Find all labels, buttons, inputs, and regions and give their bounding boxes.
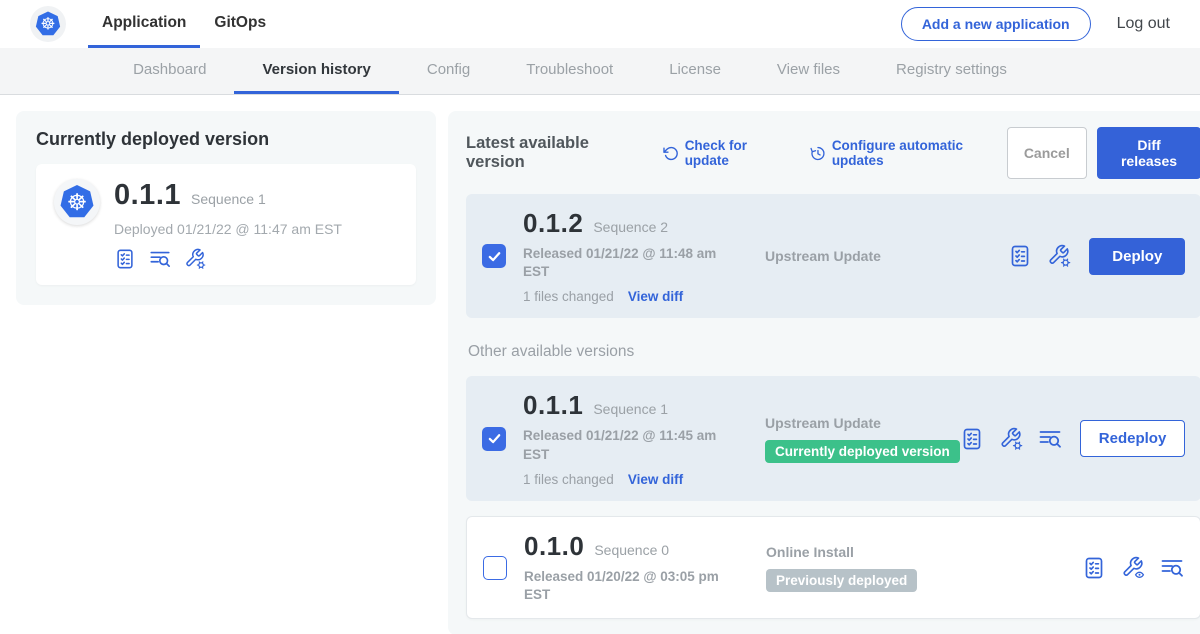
main-content: Currently deployed version 0.1.1 Sequenc… [0, 95, 1200, 634]
deployed-version-number: 0.1.1 [114, 179, 181, 212]
check-for-update-link[interactable]: Check for update [663, 138, 788, 168]
version-actions [960, 427, 1062, 451]
diff-actions: Cancel Diff releases [1007, 127, 1200, 179]
version-info: 0.1.2 Sequence 2 Released 01/21/22 @ 11:… [523, 208, 737, 304]
subnav-view-files[interactable]: View files [749, 48, 868, 94]
refresh-icon [663, 145, 679, 162]
configure-updates-label: Configure automatic updates [832, 138, 1007, 168]
version-number: 0.1.2 [523, 208, 583, 239]
source-label: Upstream Update [765, 248, 881, 264]
top-header: Application GitOps Add a new application… [0, 0, 1200, 48]
deployed-version-card: 0.1.1 Sequence 1 Deployed 01/21/22 @ 11:… [36, 164, 416, 285]
edit-config-icon[interactable] [999, 427, 1023, 451]
cancel-button[interactable]: Cancel [1007, 127, 1087, 179]
version-source: Upstream Update Currently deployed versi… [765, 415, 960, 463]
edit-config-icon[interactable] [1047, 244, 1071, 268]
logout-link[interactable]: Log out [1117, 15, 1170, 33]
released-timestamp: Released 01/21/22 @ 11:48 am EST [523, 245, 728, 281]
view-config-icon[interactable] [1121, 556, 1145, 580]
redeploy-button[interactable]: Redeploy [1080, 420, 1186, 457]
release-notes-icon[interactable] [960, 427, 984, 451]
deployed-status-badge: Currently deployed version [765, 440, 960, 463]
check-icon [487, 249, 502, 264]
available-versions-panel: Latest available version Check for updat… [448, 111, 1200, 634]
auto-update-clock-icon [810, 145, 826, 162]
currently-deployed-card: Currently deployed version 0.1.1 Sequenc… [16, 111, 436, 305]
deployed-card-title: Currently deployed version [36, 129, 416, 150]
app-logo[interactable] [30, 6, 66, 42]
topbar-right: Add a new application Log out [901, 7, 1170, 41]
version-sequence: Sequence 1 [593, 401, 668, 417]
tab-gitops[interactable]: GitOps [200, 0, 280, 48]
version-actions [1008, 244, 1071, 268]
kubernetes-logo-icon [58, 183, 96, 221]
top-tabs: Application GitOps [88, 0, 280, 48]
check-for-update-label: Check for update [685, 138, 788, 168]
files-changed: 1 files changed [523, 472, 614, 487]
app-subnav: Dashboard Version history Config Trouble… [0, 48, 1200, 95]
version-sequence: Sequence 2 [593, 219, 668, 235]
version-number: 0.1.1 [523, 390, 583, 421]
check-icon [487, 431, 502, 446]
kubernetes-logo-badge [54, 179, 100, 225]
subnav-config[interactable]: Config [399, 48, 498, 94]
add-application-button[interactable]: Add a new application [901, 7, 1091, 41]
configure-updates-link[interactable]: Configure automatic updates [810, 138, 1007, 168]
deployed-actions [114, 248, 342, 270]
deployed-status-badge: Previously deployed [766, 569, 917, 592]
release-notes-icon[interactable] [114, 248, 136, 270]
version-row-0-1-1: 0.1.1 Sequence 1 Released 01/21/22 @ 11:… [466, 376, 1200, 500]
version-number: 0.1.0 [524, 531, 584, 562]
subnav-dashboard[interactable]: Dashboard [105, 48, 234, 94]
subnav-registry-settings[interactable]: Registry settings [868, 48, 1035, 94]
kubernetes-logo-icon [34, 10, 62, 38]
version-actions [1082, 556, 1184, 580]
release-notes-icon[interactable] [1008, 244, 1032, 268]
version-checkbox[interactable] [483, 556, 507, 580]
subnav-version-history[interactable]: Version history [234, 48, 398, 94]
diff-releases-button[interactable]: Diff releases [1097, 127, 1200, 179]
version-row-0-1-0: 0.1.0 Sequence 0 Released 01/20/22 @ 03:… [466, 516, 1200, 619]
subnav-license[interactable]: License [641, 48, 749, 94]
deploy-button[interactable]: Deploy [1089, 238, 1185, 275]
version-sequence: Sequence 0 [594, 542, 669, 558]
other-versions-title: Other available versions [468, 343, 1200, 361]
released-timestamp: Released 01/20/22 @ 03:05 pm EST [524, 568, 729, 604]
view-files-icon[interactable] [149, 248, 171, 270]
tab-application-label: Application [102, 14, 186, 32]
available-title: Latest available version [466, 134, 641, 172]
deployed-version-info: 0.1.1 Sequence 1 Deployed 01/21/22 @ 11:… [114, 179, 342, 270]
tab-application[interactable]: Application [88, 0, 200, 48]
tab-gitops-label: GitOps [214, 14, 266, 32]
released-timestamp: Released 01/21/22 @ 11:45 am EST [523, 427, 728, 463]
files-changed: 1 files changed [523, 289, 614, 304]
deployed-sequence: Sequence 1 [191, 191, 266, 207]
version-row-0-1-2: 0.1.2 Sequence 2 Released 01/21/22 @ 11:… [466, 194, 1200, 318]
view-files-icon[interactable] [1160, 556, 1184, 580]
source-label: Upstream Update [765, 415, 881, 431]
version-checkbox[interactable] [482, 427, 506, 451]
edit-config-icon[interactable] [184, 248, 206, 270]
version-info: 0.1.1 Sequence 1 Released 01/21/22 @ 11:… [523, 390, 737, 486]
view-diff-link[interactable]: View diff [628, 289, 683, 304]
source-label: Online Install [766, 544, 854, 560]
view-files-icon[interactable] [1038, 427, 1062, 451]
deployed-column: Currently deployed version 0.1.1 Sequenc… [16, 111, 436, 634]
release-notes-icon[interactable] [1082, 556, 1106, 580]
version-info: 0.1.0 Sequence 0 Released 01/20/22 @ 03:… [524, 531, 738, 604]
subnav-troubleshoot[interactable]: Troubleshoot [498, 48, 641, 94]
version-source: Upstream Update [765, 248, 881, 264]
view-diff-link[interactable]: View diff [628, 472, 683, 487]
deployed-timestamp: Deployed 01/21/22 @ 11:47 am EST [114, 221, 342, 237]
available-header: Latest available version Check for updat… [466, 127, 1200, 179]
version-source: Online Install Previously deployed [766, 544, 917, 592]
version-checkbox[interactable] [482, 244, 506, 268]
